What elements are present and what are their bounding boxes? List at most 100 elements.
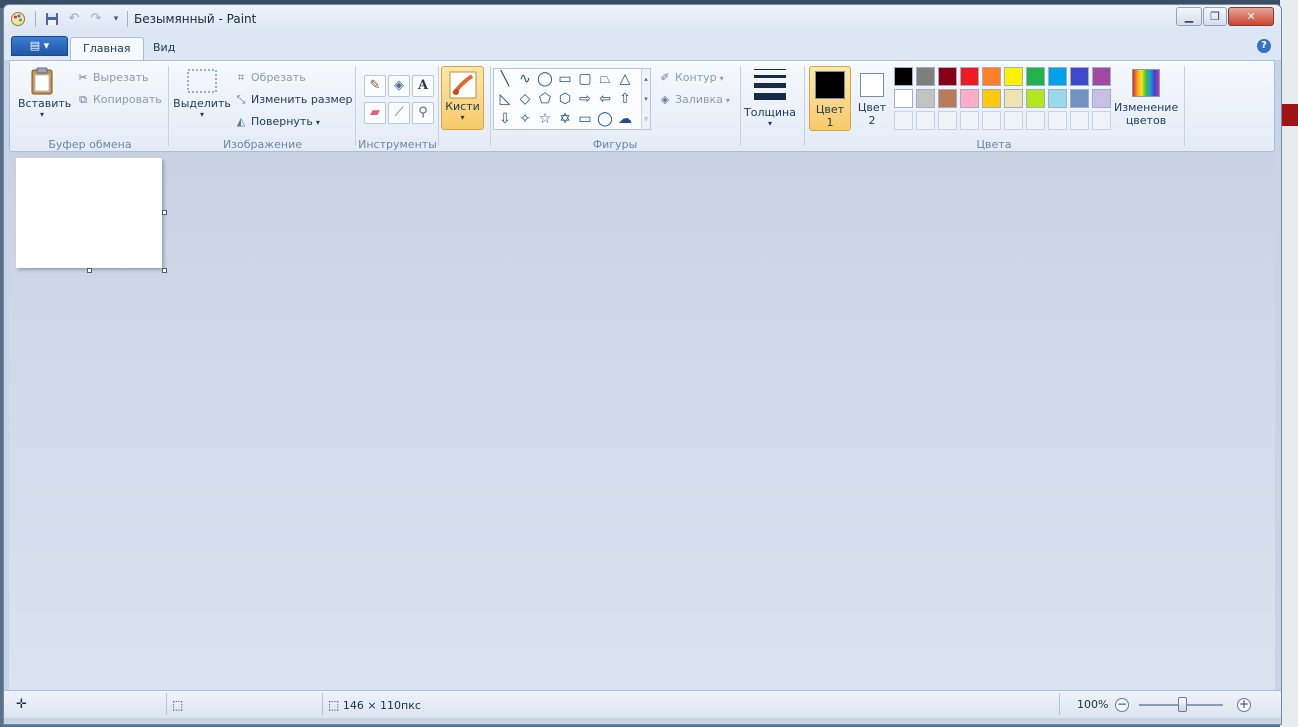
outline-dropdown-icon: ▾ (719, 74, 724, 83)
palette-color-swatch[interactable] (894, 89, 913, 108)
diamond-shape-icon[interactable]: ◇ (515, 89, 535, 109)
palette-custom-slot[interactable] (960, 111, 979, 130)
redo-icon[interactable]: ↷ (88, 11, 104, 27)
triangle-shape-icon[interactable]: △ (615, 69, 635, 89)
select-dropdown-icon[interactable]: ▾ (172, 110, 232, 119)
zoom-out-icon[interactable]: − (1115, 698, 1129, 712)
down-arrow-shape-icon[interactable]: ⇩ (495, 109, 515, 129)
resize-label: Изменить размер (251, 93, 353, 106)
hexagon-shape-icon[interactable]: ⬡ (555, 89, 575, 109)
four-point-star-shape-icon[interactable]: ✧ (515, 109, 535, 129)
right-triangle-shape-icon[interactable]: ◺ (495, 89, 515, 109)
palette-color-swatch[interactable] (894, 67, 913, 86)
right-arrow-shape-icon[interactable]: ⇨ (575, 89, 595, 109)
palette-color-swatch[interactable] (1026, 67, 1045, 86)
cut-button[interactable]: ✂ Вырезать (76, 68, 148, 88)
size-button[interactable]: Толщина ▾ (742, 69, 798, 128)
palette-custom-slot[interactable] (894, 111, 913, 130)
maximize-button[interactable]: ❐ (1203, 7, 1227, 26)
edit-colors-button[interactable]: Изменение цветов (1114, 66, 1178, 127)
rounded-rectangle-shape-icon[interactable]: ▢ (575, 69, 595, 89)
shapes-scrollbar[interactable]: ▴ ▾ ▿ (641, 69, 650, 129)
palette-custom-slot[interactable] (982, 111, 1001, 130)
resize-handle-bottom[interactable] (87, 268, 92, 273)
canvas-workspace[interactable] (9, 152, 1275, 690)
palette-custom-slot[interactable] (1048, 111, 1067, 130)
cloud-callout-shape-icon[interactable]: ☁ (615, 109, 635, 129)
copy-button[interactable]: ⧉ Копировать (76, 90, 162, 110)
fill-button[interactable]: ◈ Заливка ▾ (658, 90, 730, 110)
chevron-down-icon[interactable]: ▾ (642, 89, 650, 109)
text-tool-icon[interactable]: A (412, 75, 434, 97)
palette-custom-slot[interactable] (938, 111, 957, 130)
palette-color-swatch[interactable] (1048, 67, 1067, 86)
palette-color-swatch[interactable] (1026, 89, 1045, 108)
resize-handle-corner[interactable] (162, 268, 167, 273)
pencil-icon[interactable]: ✎ (364, 75, 386, 97)
palette-custom-slot[interactable] (916, 111, 935, 130)
six-point-star-shape-icon[interactable]: ✡ (555, 109, 575, 129)
color1-button[interactable]: Цвет 1 (809, 66, 851, 131)
gallery-expand-icon[interactable]: ▿ (642, 109, 650, 129)
palette-color-swatch[interactable] (960, 67, 979, 86)
palette-color-swatch[interactable] (938, 89, 957, 108)
resize-button[interactable]: ⤡ Изменить размер (234, 90, 353, 110)
curve-shape-icon[interactable]: ∿ (515, 69, 535, 89)
status-divider (166, 693, 167, 715)
select-button[interactable]: Выделить ▾ (172, 65, 232, 119)
paste-dropdown-icon[interactable]: ▾ (18, 110, 66, 119)
palette-color-swatch[interactable] (1092, 67, 1111, 86)
color2-button[interactable]: Цвет 2 (851, 66, 893, 131)
palette-color-swatch[interactable] (982, 89, 1001, 108)
fill-bucket-icon[interactable]: ◈ (388, 75, 410, 97)
palette-custom-slot[interactable] (1004, 111, 1023, 130)
palette-custom-slot[interactable] (1070, 111, 1089, 130)
up-arrow-shape-icon[interactable]: ⇧ (615, 89, 635, 109)
app-menu-button[interactable]: ▤ ▾ (11, 36, 68, 56)
palette-color-swatch[interactable] (1004, 67, 1023, 86)
palette-color-swatch[interactable] (1048, 89, 1067, 108)
drawing-canvas[interactable] (16, 158, 162, 268)
palette-color-swatch[interactable] (1070, 89, 1089, 108)
five-point-star-shape-icon[interactable]: ☆ (535, 109, 555, 129)
palette-color-swatch[interactable] (938, 67, 957, 86)
rectangle-shape-icon[interactable]: ▭ (555, 69, 575, 89)
brushes-button[interactable]: Кисти ▾ (441, 66, 484, 130)
line-shape-icon[interactable]: ╲ (495, 69, 515, 89)
palette-color-swatch[interactable] (916, 89, 935, 108)
polygon-shape-icon[interactable]: ⏢ (595, 69, 615, 89)
palette-color-swatch[interactable] (1092, 89, 1111, 108)
tab-view[interactable]: Вид (141, 37, 187, 60)
help-icon[interactable]: ? (1257, 39, 1271, 53)
tab-home[interactable]: Главная (70, 37, 144, 60)
chevron-up-icon[interactable]: ▴ (642, 69, 650, 89)
save-icon[interactable] (44, 11, 60, 27)
rotate-button[interactable]: ◭ Повернуть ▾ (234, 112, 320, 132)
color-picker-icon[interactable]: ⟋ (388, 102, 410, 124)
quick-access-customize-icon[interactable]: ▾ (108, 11, 124, 27)
palette-color-swatch[interactable] (1070, 67, 1089, 86)
resize-handle-right[interactable] (162, 210, 167, 215)
outline-button[interactable]: ✐ Контур ▾ (658, 68, 724, 88)
oval-shape-icon[interactable]: ◯ (535, 69, 555, 89)
undo-icon[interactable]: ↶ (66, 11, 82, 27)
palette-color-swatch[interactable] (1004, 89, 1023, 108)
zoom-slider-thumb[interactable] (1178, 697, 1187, 712)
paste-button[interactable]: Вставить ▾ (18, 65, 71, 119)
palette-custom-slot[interactable] (1092, 111, 1111, 130)
zoom-in-icon[interactable]: + (1237, 698, 1251, 712)
palette-color-swatch[interactable] (982, 67, 1001, 86)
pentagon-shape-icon[interactable]: ⬠ (535, 89, 555, 109)
palette-custom-slot[interactable] (1026, 111, 1045, 130)
oval-callout-shape-icon[interactable]: ◯ (595, 109, 615, 129)
crop-button[interactable]: ⌗ Обрезать (234, 68, 306, 88)
palette-color-swatch[interactable] (960, 89, 979, 108)
rounded-callout-shape-icon[interactable]: ▭ (575, 109, 595, 129)
close-button[interactable]: ✕ (1228, 7, 1274, 26)
eraser-icon[interactable]: ▰ (364, 102, 386, 124)
minimize-button[interactable]: ▁ (1176, 7, 1202, 26)
magnifier-icon[interactable]: ⚲ (412, 102, 434, 124)
palette-color-swatch[interactable] (916, 67, 935, 86)
left-arrow-shape-icon[interactable]: ⇦ (595, 89, 615, 109)
paint-app-icon[interactable] (10, 11, 26, 27)
